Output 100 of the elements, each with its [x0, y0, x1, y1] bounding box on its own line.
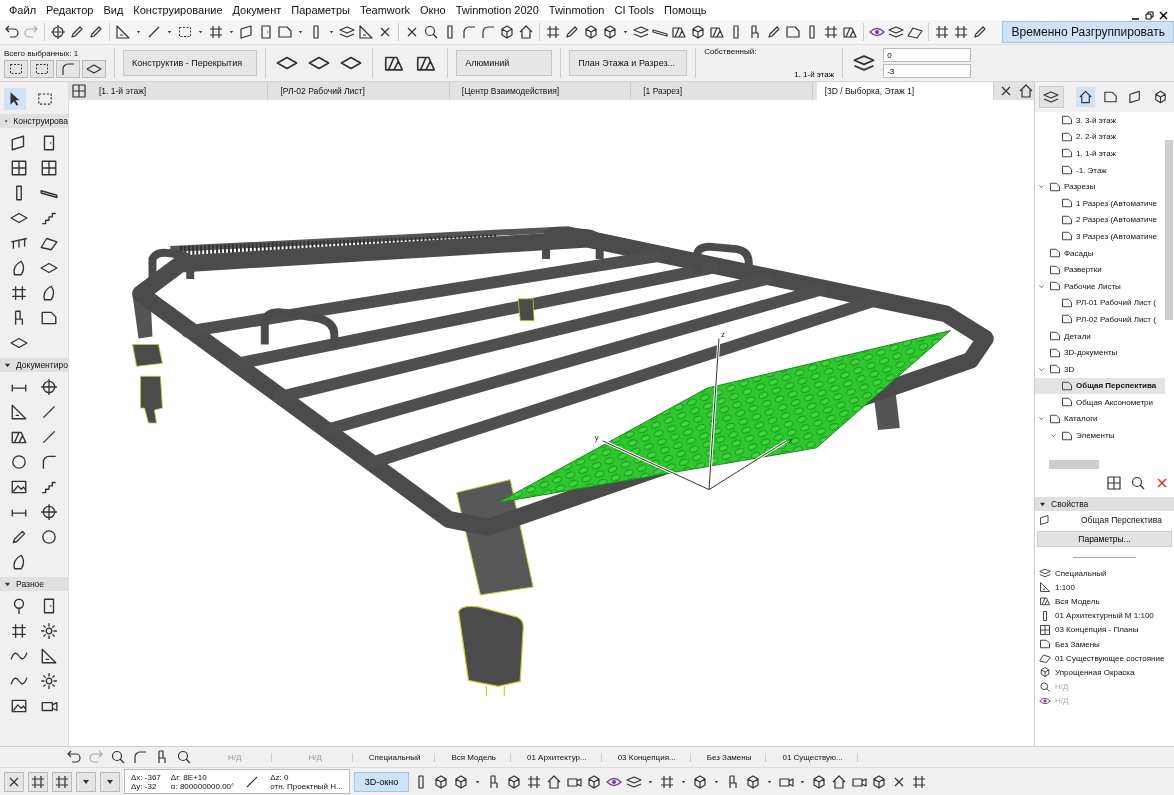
line-icon[interactable] [146, 24, 162, 40]
bottom-offset-field[interactable]: -3 [883, 64, 972, 78]
tree-item[interactable]: РЛ-02 Рабочий Лист ( [1035, 311, 1165, 328]
grid-icon[interactable] [911, 773, 928, 790]
sun-icon[interactable] [38, 670, 60, 692]
grid-icon[interactable] [208, 24, 224, 40]
menu-item[interactable]: Редактор [41, 4, 99, 16]
tree-item[interactable]: 3D [1035, 360, 1165, 378]
navigator-mode-button[interactable] [1039, 86, 1064, 108]
restore-icon[interactable] [1145, 11, 1154, 20]
scrollbar[interactable] [1165, 140, 1173, 320]
grid-icon[interactable] [659, 773, 676, 790]
caret-icon[interactable] [76, 771, 96, 792]
cube-icon[interactable] [690, 24, 706, 40]
tree-item[interactable]: Рабочие Листы [1035, 277, 1165, 295]
zone-icon[interactable] [277, 24, 293, 40]
search-icon[interactable] [423, 24, 439, 40]
settings-button[interactable]: Параметры... [1037, 531, 1172, 547]
grid-icon[interactable] [28, 771, 48, 792]
cube-icon[interactable] [433, 773, 450, 790]
tree-item[interactable]: Развертки [1035, 261, 1165, 278]
marquee-icon[interactable] [30, 59, 54, 78]
section-header[interactable]: Конструирова [0, 114, 68, 128]
menu-item[interactable]: Вид [98, 4, 129, 16]
menu-item[interactable]: Twinmotion 2020 [450, 4, 544, 16]
status-dropdown[interactable]: 01 Архитектур... [517, 752, 602, 762]
layer-dropdown[interactable]: Конструктив - Перекрытия [123, 50, 258, 76]
status-dropdown[interactable]: Вся Модель [441, 752, 511, 762]
tree-item[interactable]: -1. Этаж [1035, 161, 1165, 179]
grid-icon[interactable] [934, 24, 950, 40]
layers-icon[interactable] [633, 24, 649, 40]
tree-item[interactable]: Фасады [1035, 244, 1165, 262]
tree-item[interactable]: Общая Аксонометри [1035, 394, 1165, 411]
tree-item[interactable]: 2. 2-й этаж [1035, 128, 1165, 146]
target-icon[interactable] [50, 24, 66, 40]
house-icon[interactable] [1018, 83, 1035, 99]
grid-icon[interactable] [953, 24, 969, 40]
target-icon[interactable] [38, 376, 60, 398]
ungroup-button[interactable]: Временно Разгруппировать [1002, 21, 1174, 43]
menu-item[interactable]: Помощь [659, 4, 712, 16]
layers-icon[interactable] [626, 773, 643, 790]
pencil-icon[interactable] [972, 24, 988, 40]
pencil-icon[interactable] [69, 24, 85, 40]
pencil-icon[interactable] [88, 24, 104, 40]
tree-item[interactable]: РЛ-01 Рабочий Лист ( [1035, 294, 1165, 312]
slab-icon[interactable] [82, 59, 106, 78]
layers-icon[interactable] [888, 24, 904, 40]
tab[interactable]: [3D / Выборка, Этаж 1] [816, 82, 995, 100]
tree-item[interactable]: Разрезы [1035, 178, 1165, 195]
grid-icon[interactable] [545, 24, 561, 40]
close-icon[interactable] [1159, 11, 1168, 20]
menu-item[interactable]: Twinmotion [543, 4, 610, 16]
status-dropdown[interactable]: Без Замены [696, 752, 767, 762]
menu-item[interactable]: Окно [415, 4, 451, 16]
scrollbar[interactable] [1049, 460, 1099, 469]
status-dropdown[interactable]: Специальный [358, 752, 436, 762]
cube-icon[interactable] [745, 773, 762, 790]
layers-icon[interactable] [339, 24, 355, 40]
status-dropdown[interactable]: 03 Концепция... [607, 752, 691, 762]
house-icon[interactable] [831, 773, 848, 790]
search-icon[interactable] [1130, 475, 1146, 491]
home-story-dropdown[interactable]: 1. 1-й этаж [794, 70, 835, 79]
house-icon[interactable] [518, 24, 534, 40]
properties-header[interactable]: Свойства [1035, 497, 1174, 511]
pencil-icon[interactable] [564, 24, 580, 40]
property-row[interactable]: Вся Модель [1035, 594, 1174, 609]
3d-window-button[interactable]: 3D-окно [353, 771, 410, 792]
search-icon[interactable] [110, 749, 126, 765]
menu-item[interactable]: Файл [4, 4, 42, 16]
cube-icon[interactable] [602, 24, 618, 40]
menu-item[interactable]: Конструирование [128, 4, 228, 16]
hatch-icon[interactable] [709, 24, 725, 40]
grid-icon[interactable] [526, 773, 543, 790]
hatch-icon[interactable] [671, 24, 687, 40]
tree-item[interactable]: 3. 3-й этаж [1035, 112, 1165, 129]
grid-icon[interactable] [71, 83, 87, 99]
pencil-icon[interactable] [766, 24, 782, 40]
menu-item[interactable]: Teamwork [354, 4, 416, 16]
property-row[interactable]: 01 Существующее состояние [1035, 651, 1174, 666]
cube-icon[interactable] [586, 773, 603, 790]
marquee-icon[interactable] [4, 59, 28, 78]
menu-item[interactable]: CI Tools [609, 4, 659, 16]
tree-item[interactable]: 1 Разрез (Автоматиче [1035, 194, 1165, 212]
section-header[interactable]: Документиро [0, 358, 68, 372]
status-dropdown[interactable]: 01 Существую... [772, 752, 858, 762]
cube-icon[interactable] [499, 24, 515, 40]
house-icon[interactable] [546, 773, 563, 790]
property-row[interactable]: 1:100 [1035, 580, 1174, 595]
section-header[interactable]: Разное [0, 577, 68, 591]
marquee-icon[interactable] [177, 24, 193, 40]
property-row[interactable]: 03 Концепция - Планы [1035, 622, 1174, 637]
tree-item[interactable]: Каталоги [1035, 410, 1165, 428]
cube-icon[interactable] [811, 773, 828, 790]
zone-icon[interactable] [785, 24, 801, 40]
menu-item[interactable]: Параметры [286, 4, 355, 16]
material-dropdown[interactable]: Алюминий [456, 50, 553, 76]
tree-item[interactable]: 3 Разрез (Автоматиче [1035, 228, 1165, 245]
grid-icon[interactable] [823, 24, 839, 40]
cube-icon[interactable] [583, 24, 599, 40]
cross-icon[interactable] [4, 771, 24, 792]
